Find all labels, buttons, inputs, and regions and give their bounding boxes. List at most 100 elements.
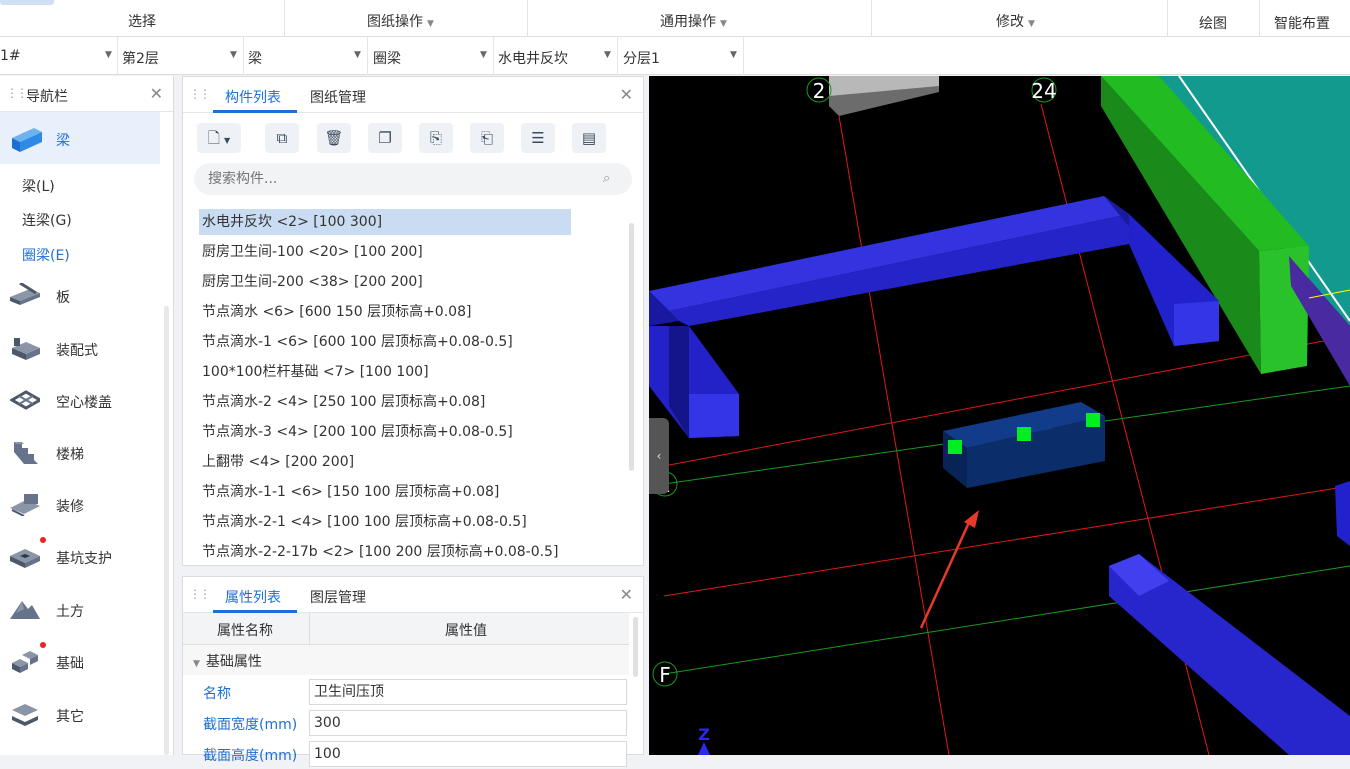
property-scrollbar[interactable] xyxy=(633,617,638,677)
chevron-down-icon: ▼ xyxy=(223,136,231,145)
list-item[interactable]: 节点滴水-2-1 <4> [100 100 层顶标高+0.08-0.5] xyxy=(199,509,527,535)
ribbon-smart-label: 智能布置 xyxy=(1274,16,1330,32)
nav-category-hollow-floor[interactable]: 空心楼盖 xyxy=(0,376,160,428)
nav-category-beam-label: 梁 xyxy=(56,133,70,149)
duplicate-button[interactable]: ❐ xyxy=(368,123,402,153)
sub-item-beam-l[interactable]: 梁(L) xyxy=(22,176,55,196)
foundation-icon xyxy=(12,651,38,673)
list-item[interactable]: 100*100栏杆基础 <7> [100 100] xyxy=(199,359,429,385)
list-item[interactable]: 节点滴水-1-1 <6> [150 100 层顶标高+0.08] xyxy=(199,479,499,505)
ribbon-group-smart[interactable]: 智能布置 xyxy=(1260,0,1350,37)
notification-dot xyxy=(40,642,46,648)
property-value-input[interactable]: 100 xyxy=(309,741,627,767)
nav-category-earthwork[interactable]: 土方 xyxy=(0,585,160,637)
grip-point[interactable] xyxy=(1017,427,1031,441)
axis-label-f: F xyxy=(659,663,671,687)
close-icon[interactable]: ✕ xyxy=(150,84,163,103)
component-select[interactable]: 水电井反坎 ▼ xyxy=(494,37,618,75)
ribbon-modify-label: 修改 ▼ xyxy=(996,14,1035,30)
layer-select[interactable]: 分层1 ▼ xyxy=(618,37,744,75)
import-button[interactable]: ⎘ xyxy=(419,123,453,153)
notification-dot xyxy=(40,537,46,543)
hollow-floor-icon xyxy=(10,390,40,410)
property-value-input[interactable]: 卫生间压顶 xyxy=(309,679,627,705)
nav-category-foundation[interactable]: 基础 xyxy=(0,637,160,689)
nav-category-beam[interactable]: 梁 xyxy=(0,112,160,164)
list-item[interactable]: 节点滴水-2-2-17b <2> [100 200 层顶标高+0.08-0.5] xyxy=(199,539,558,565)
blue-beam-left-leg-side xyxy=(669,326,689,438)
list-item[interactable]: 厨房卫生间-200 <38> [200 200] xyxy=(199,269,423,295)
list-item[interactable]: 节点滴水 <6> [600 150 层顶标高+0.08] xyxy=(199,299,471,325)
detail-list-icon: ▤ xyxy=(581,129,597,147)
list-item[interactable]: 厨房卫生间-100 <20> [100 200] xyxy=(199,239,423,265)
list-item[interactable]: 上翻带 <4> [200 200] xyxy=(199,449,354,475)
chevron-down-icon: ▼ xyxy=(480,50,487,60)
nav-category-earthwork-label: 土方 xyxy=(56,604,84,620)
sub-item-coupling-beam[interactable]: 连梁(G) xyxy=(22,210,72,230)
category-value: 梁 xyxy=(248,51,262,67)
annotation-arrow xyxy=(919,517,973,629)
ribbon-group-draw[interactable]: 绘图 xyxy=(1168,0,1260,37)
nav-category-prefab[interactable]: 装配式 xyxy=(0,324,160,376)
filter-button[interactable]: ☰ xyxy=(521,123,555,153)
component-value: 水电井反坎 xyxy=(498,51,568,67)
export-button[interactable]: ⎗ xyxy=(470,123,504,153)
floor-select[interactable]: 第2层 ▼ xyxy=(118,37,244,75)
drag-handle-icon[interactable]: ⋮⋮ xyxy=(189,87,211,101)
tab-layer-management[interactable]: 图层管理 xyxy=(310,587,366,607)
property-value-input[interactable]: 300 xyxy=(309,710,627,736)
ribbon-select-label: 选择 xyxy=(128,14,156,30)
list-item[interactable]: 节点滴水-3 <4> [200 100 层顶标高+0.08-0.5] xyxy=(199,419,513,445)
chevron-down-icon: ▼ xyxy=(354,50,361,60)
list-item[interactable]: 水电井反坎 <2> [100 300] xyxy=(199,209,571,235)
new-component-button[interactable]: 🗋 ▼ xyxy=(197,123,241,153)
ribbon-group-select[interactable]: 选择 xyxy=(0,0,285,37)
close-icon[interactable]: ✕ xyxy=(620,585,633,604)
property-group[interactable]: ▼ 基础属性 xyxy=(183,645,629,675)
navigation-panel: ⋮⋮ 导航栏 ✕ 梁 梁(L) 连梁(G) 圈梁(E) 板 装配式 空心楼盖 楼… xyxy=(0,76,174,755)
model-canvas[interactable]: 24 2 1 F Z xyxy=(649,76,1350,755)
ribbon-group-general[interactable]: 通用操作 ▼ xyxy=(528,0,872,37)
copy-button[interactable]: ⧉ xyxy=(265,123,299,153)
other-icon xyxy=(12,704,38,726)
nav-scrollbar[interactable] xyxy=(164,306,169,755)
slab-icon xyxy=(10,283,40,305)
drag-handle-icon[interactable]: ⋮⋮ xyxy=(6,86,28,100)
delete-button[interactable]: 🗑 xyxy=(317,123,351,153)
type-select[interactable]: 圈梁 ▼ xyxy=(368,37,494,75)
grip-point[interactable] xyxy=(1086,413,1100,427)
nav-category-slab[interactable]: 板 xyxy=(0,271,160,323)
list-item[interactable]: 节点滴水-1 <6> [600 100 层顶标高+0.08-0.5] xyxy=(199,329,513,355)
collapse-panel-button[interactable]: ‹ xyxy=(649,418,669,494)
duplicate-icon: ❐ xyxy=(378,129,392,147)
close-icon[interactable]: ✕ xyxy=(620,85,633,104)
property-table-header: 属性名称 属性值 xyxy=(183,613,629,645)
nav-category-other[interactable]: 其它 xyxy=(0,690,160,742)
search-icon[interactable]: ⌕ xyxy=(603,171,610,186)
tab-component-list[interactable]: 构件列表 xyxy=(225,87,281,107)
ribbon-group-modify[interactable]: 修改 ▼ xyxy=(872,0,1168,37)
tab-drawing-management[interactable]: 图纸管理 xyxy=(310,87,366,107)
component-list-scrollbar[interactable] xyxy=(629,223,634,471)
property-row-width: 截面宽度(mm) 300 xyxy=(183,708,629,738)
property-view-button[interactable]: ▤ xyxy=(572,123,606,153)
ribbon-group-drawing[interactable]: 图纸操作 ▼ xyxy=(285,0,528,37)
building-select[interactable]: 1# ▼ xyxy=(0,37,118,75)
nav-category-stair[interactable]: 楼梯 xyxy=(0,428,160,480)
nav-category-decoration[interactable]: 装修 xyxy=(0,480,160,532)
chevron-left-icon: ‹ xyxy=(656,449,662,463)
drag-handle-icon[interactable]: ⋮⋮ xyxy=(189,587,211,601)
nav-category-pit-support[interactable]: 基坑支护 xyxy=(0,532,160,584)
sub-item-ring-beam[interactable]: 圈梁(E) xyxy=(22,245,70,265)
grip-point[interactable] xyxy=(948,440,962,454)
list-item[interactable]: 节点滴水-2 <4> [250 100 层顶标高+0.08] xyxy=(199,389,485,415)
3d-viewport[interactable]: 24 2 1 F Z xyxy=(649,76,1350,755)
chevron-down-icon: ▼ xyxy=(604,50,611,60)
tab-property-list[interactable]: 属性列表 xyxy=(225,587,281,607)
grid-line xyxy=(663,485,1350,597)
category-select[interactable]: 梁 ▼ xyxy=(244,37,368,75)
list-icon: ☰ xyxy=(531,129,545,147)
chevron-down-icon: ▼ xyxy=(230,50,237,60)
component-search-input[interactable] xyxy=(194,163,632,195)
blue-beam-right-leg-front xyxy=(1174,301,1219,346)
